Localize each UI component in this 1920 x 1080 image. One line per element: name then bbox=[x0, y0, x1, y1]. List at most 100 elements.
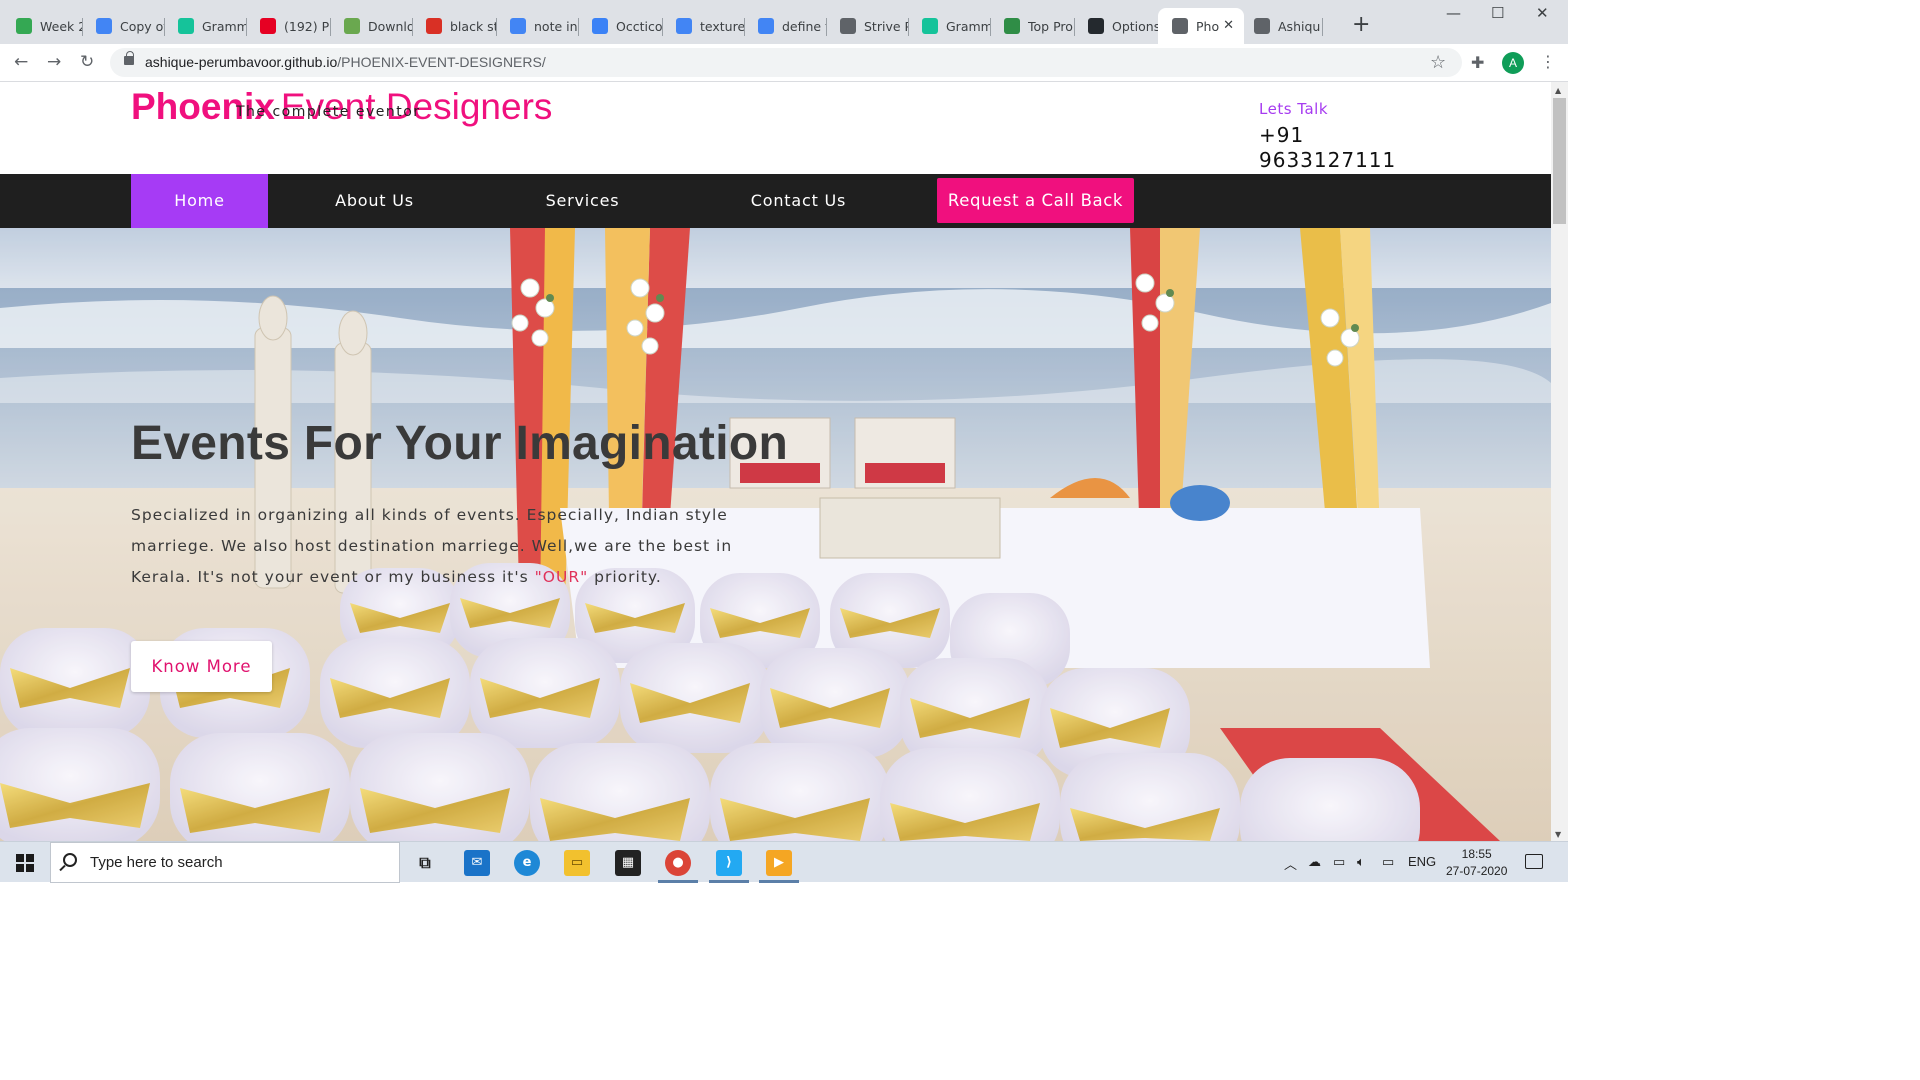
browser-tab-label: Copy of bbox=[120, 18, 164, 34]
browser-tab[interactable]: black st bbox=[412, 8, 496, 44]
chrome-active-indicator bbox=[658, 880, 698, 883]
browser-tab[interactable]: (192) Pi bbox=[246, 8, 330, 44]
browser-tab[interactable]: Week 2 bbox=[2, 8, 82, 44]
hero-text-highlight: "OUR" bbox=[534, 568, 589, 586]
media-active-indicator bbox=[759, 880, 799, 883]
store-icon[interactable]: ▦ bbox=[615, 850, 641, 876]
browser-menu-icon[interactable]: ⋮ bbox=[1540, 52, 1556, 71]
phone-number[interactable]: +91 9633127111 bbox=[1259, 123, 1419, 173]
profile-avatar[interactable]: A bbox=[1502, 52, 1524, 74]
browser-tab-label: Pho bbox=[1196, 18, 1220, 34]
bg-icon bbox=[426, 18, 442, 34]
reload-icon[interactable]: ↻ bbox=[80, 52, 94, 72]
nav-services[interactable]: Services bbox=[514, 174, 651, 228]
browser-tab[interactable]: texture bbox=[662, 8, 744, 44]
browser-tab[interactable]: Strive P bbox=[826, 8, 908, 44]
hero-section: Events For Your Imagination Specialized … bbox=[0, 228, 1551, 841]
browser-tab[interactable]: Copy of bbox=[82, 8, 164, 44]
new-tab-button[interactable]: + bbox=[1352, 14, 1370, 36]
scroll-up-icon[interactable]: ▲ bbox=[1555, 86, 1561, 95]
onedrive-icon[interactable]: ☁ bbox=[1308, 854, 1321, 870]
browser-tab-label: Options bbox=[1112, 18, 1158, 34]
task-view-icon[interactable]: ⧉ bbox=[412, 850, 438, 876]
minimize-icon[interactable]: — bbox=[1446, 4, 1461, 22]
windows-taskbar: Type here to search ⧉ ✉ e ▭ ▦ ● ⟩ ▶ ︿ ☁ … bbox=[0, 841, 1568, 883]
tab-separator bbox=[1322, 18, 1323, 36]
nav-about-us[interactable]: About Us bbox=[306, 174, 443, 228]
page-viewport: Phoenix Event Designers The complete even… bbox=[0, 82, 1551, 841]
address-bar[interactable]: ashique-perumbavoor.github.io/PHOENIX-EV… bbox=[110, 48, 1462, 77]
request-call-back-button[interactable]: Request a Call Back bbox=[937, 178, 1134, 223]
grammarly-icon bbox=[178, 18, 194, 34]
language-indicator[interactable]: ENG bbox=[1408, 854, 1436, 869]
browser-tab-label: define t bbox=[782, 18, 826, 34]
file-explorer-icon[interactable]: ▭ bbox=[564, 850, 590, 876]
browser-tab[interactable]: Occticon bbox=[578, 8, 662, 44]
nav-home[interactable]: Home bbox=[131, 174, 268, 228]
notification-center-icon[interactable] bbox=[1525, 854, 1543, 869]
main-navbar: Home About Us Services Contact Us Reques… bbox=[0, 174, 1551, 228]
nav-contact-us[interactable]: Contact Us bbox=[730, 174, 867, 228]
browser-tab[interactable]: Pho ✕ bbox=[1158, 8, 1244, 44]
browser-tab-label: Top Pro bbox=[1028, 18, 1073, 34]
browser-tab[interactable]: Ashiqu bbox=[1240, 8, 1322, 44]
extensions-puzzle-icon[interactable]: ✚ bbox=[1471, 53, 1484, 72]
globe-icon bbox=[1254, 18, 1270, 34]
clock-time: 18:55 bbox=[1461, 847, 1492, 861]
browser-tab-label: Gramm bbox=[946, 18, 990, 34]
lets-talk-label: Lets Talk bbox=[1259, 100, 1329, 118]
brand-tagline: The complete eventor bbox=[236, 104, 421, 120]
search-icon bbox=[63, 853, 77, 867]
google-icon bbox=[676, 18, 692, 34]
mail-icon[interactable]: ✉ bbox=[464, 850, 490, 876]
system-clock[interactable]: 18:55 27-07-2020 bbox=[1446, 846, 1507, 880]
browser-toolbar: ← → ↻ ashique-perumbavoor.github.io/PHOE… bbox=[0, 44, 1568, 82]
network-icon[interactable]: ▭ bbox=[1382, 854, 1394, 870]
download-site-icon bbox=[344, 18, 360, 34]
know-more-button[interactable]: Know More bbox=[131, 641, 272, 692]
url-text[interactable]: ashique-perumbavoor.github.io/PHOENIX-EV… bbox=[145, 54, 546, 70]
grammarly-icon bbox=[922, 18, 938, 34]
google-icon bbox=[510, 18, 526, 34]
browser-tab-label: Gramm bbox=[202, 18, 246, 34]
browser-tab[interactable]: define t bbox=[744, 8, 826, 44]
vscode-icon[interactable]: ⟩ bbox=[716, 850, 742, 876]
browser-tab[interactable]: Options bbox=[1074, 8, 1158, 44]
browser-tab[interactable]: Gramm bbox=[908, 8, 990, 44]
battery-icon[interactable]: ▭ bbox=[1333, 854, 1345, 870]
browser-tab[interactable]: Gramm bbox=[164, 8, 246, 44]
google-drive-icon bbox=[16, 18, 32, 34]
edge-browser-icon[interactable]: e bbox=[514, 850, 540, 876]
browser-tab-label: Occticon bbox=[616, 18, 662, 34]
hero-description: Specialized in organizing all kinds of e… bbox=[131, 500, 741, 593]
maximize-icon[interactable]: ☐ bbox=[1491, 4, 1504, 22]
chrome-icon[interactable]: ● bbox=[665, 850, 691, 876]
browser-tab[interactable]: Top Pro bbox=[990, 8, 1074, 44]
browser-tab-label: texture bbox=[700, 18, 744, 34]
back-icon[interactable]: ← bbox=[14, 52, 28, 72]
lock-icon[interactable] bbox=[124, 51, 134, 65]
gfg-icon bbox=[1004, 18, 1020, 34]
media-player-icon[interactable]: ▶ bbox=[766, 850, 792, 876]
close-window-icon[interactable]: ✕ bbox=[1536, 4, 1549, 22]
volume-icon[interactable]: 🔈︎ bbox=[1357, 854, 1365, 870]
browser-tab-label: note in bbox=[534, 18, 578, 34]
scrollbar-thumb[interactable] bbox=[1553, 98, 1566, 224]
tray-chevron-icon[interactable]: ︿ bbox=[1284, 854, 1297, 873]
page-scrollbar[interactable]: ▲ ▼ bbox=[1551, 82, 1568, 841]
browser-tab[interactable]: Downlo bbox=[330, 8, 412, 44]
browser-tab-label: Strive P bbox=[864, 18, 908, 34]
taskbar-search-box[interactable]: Type here to search bbox=[50, 842, 400, 883]
github-icon bbox=[1088, 18, 1104, 34]
vscode-active-indicator bbox=[709, 880, 749, 883]
close-tab-icon[interactable]: ✕ bbox=[1223, 18, 1234, 33]
bookmark-star-icon[interactable]: ☆ bbox=[1430, 52, 1446, 73]
taskbar-search-placeholder: Type here to search bbox=[90, 854, 223, 871]
scroll-down-icon[interactable]: ▼ bbox=[1555, 830, 1561, 839]
windows-start-icon[interactable] bbox=[16, 854, 34, 872]
globe-icon bbox=[1172, 18, 1188, 34]
clock-date: 27-07-2020 bbox=[1446, 864, 1508, 878]
forward-icon[interactable]: → bbox=[47, 52, 61, 72]
hero-title: Events For Your Imagination bbox=[131, 417, 789, 470]
browser-tab[interactable]: note in bbox=[496, 8, 578, 44]
